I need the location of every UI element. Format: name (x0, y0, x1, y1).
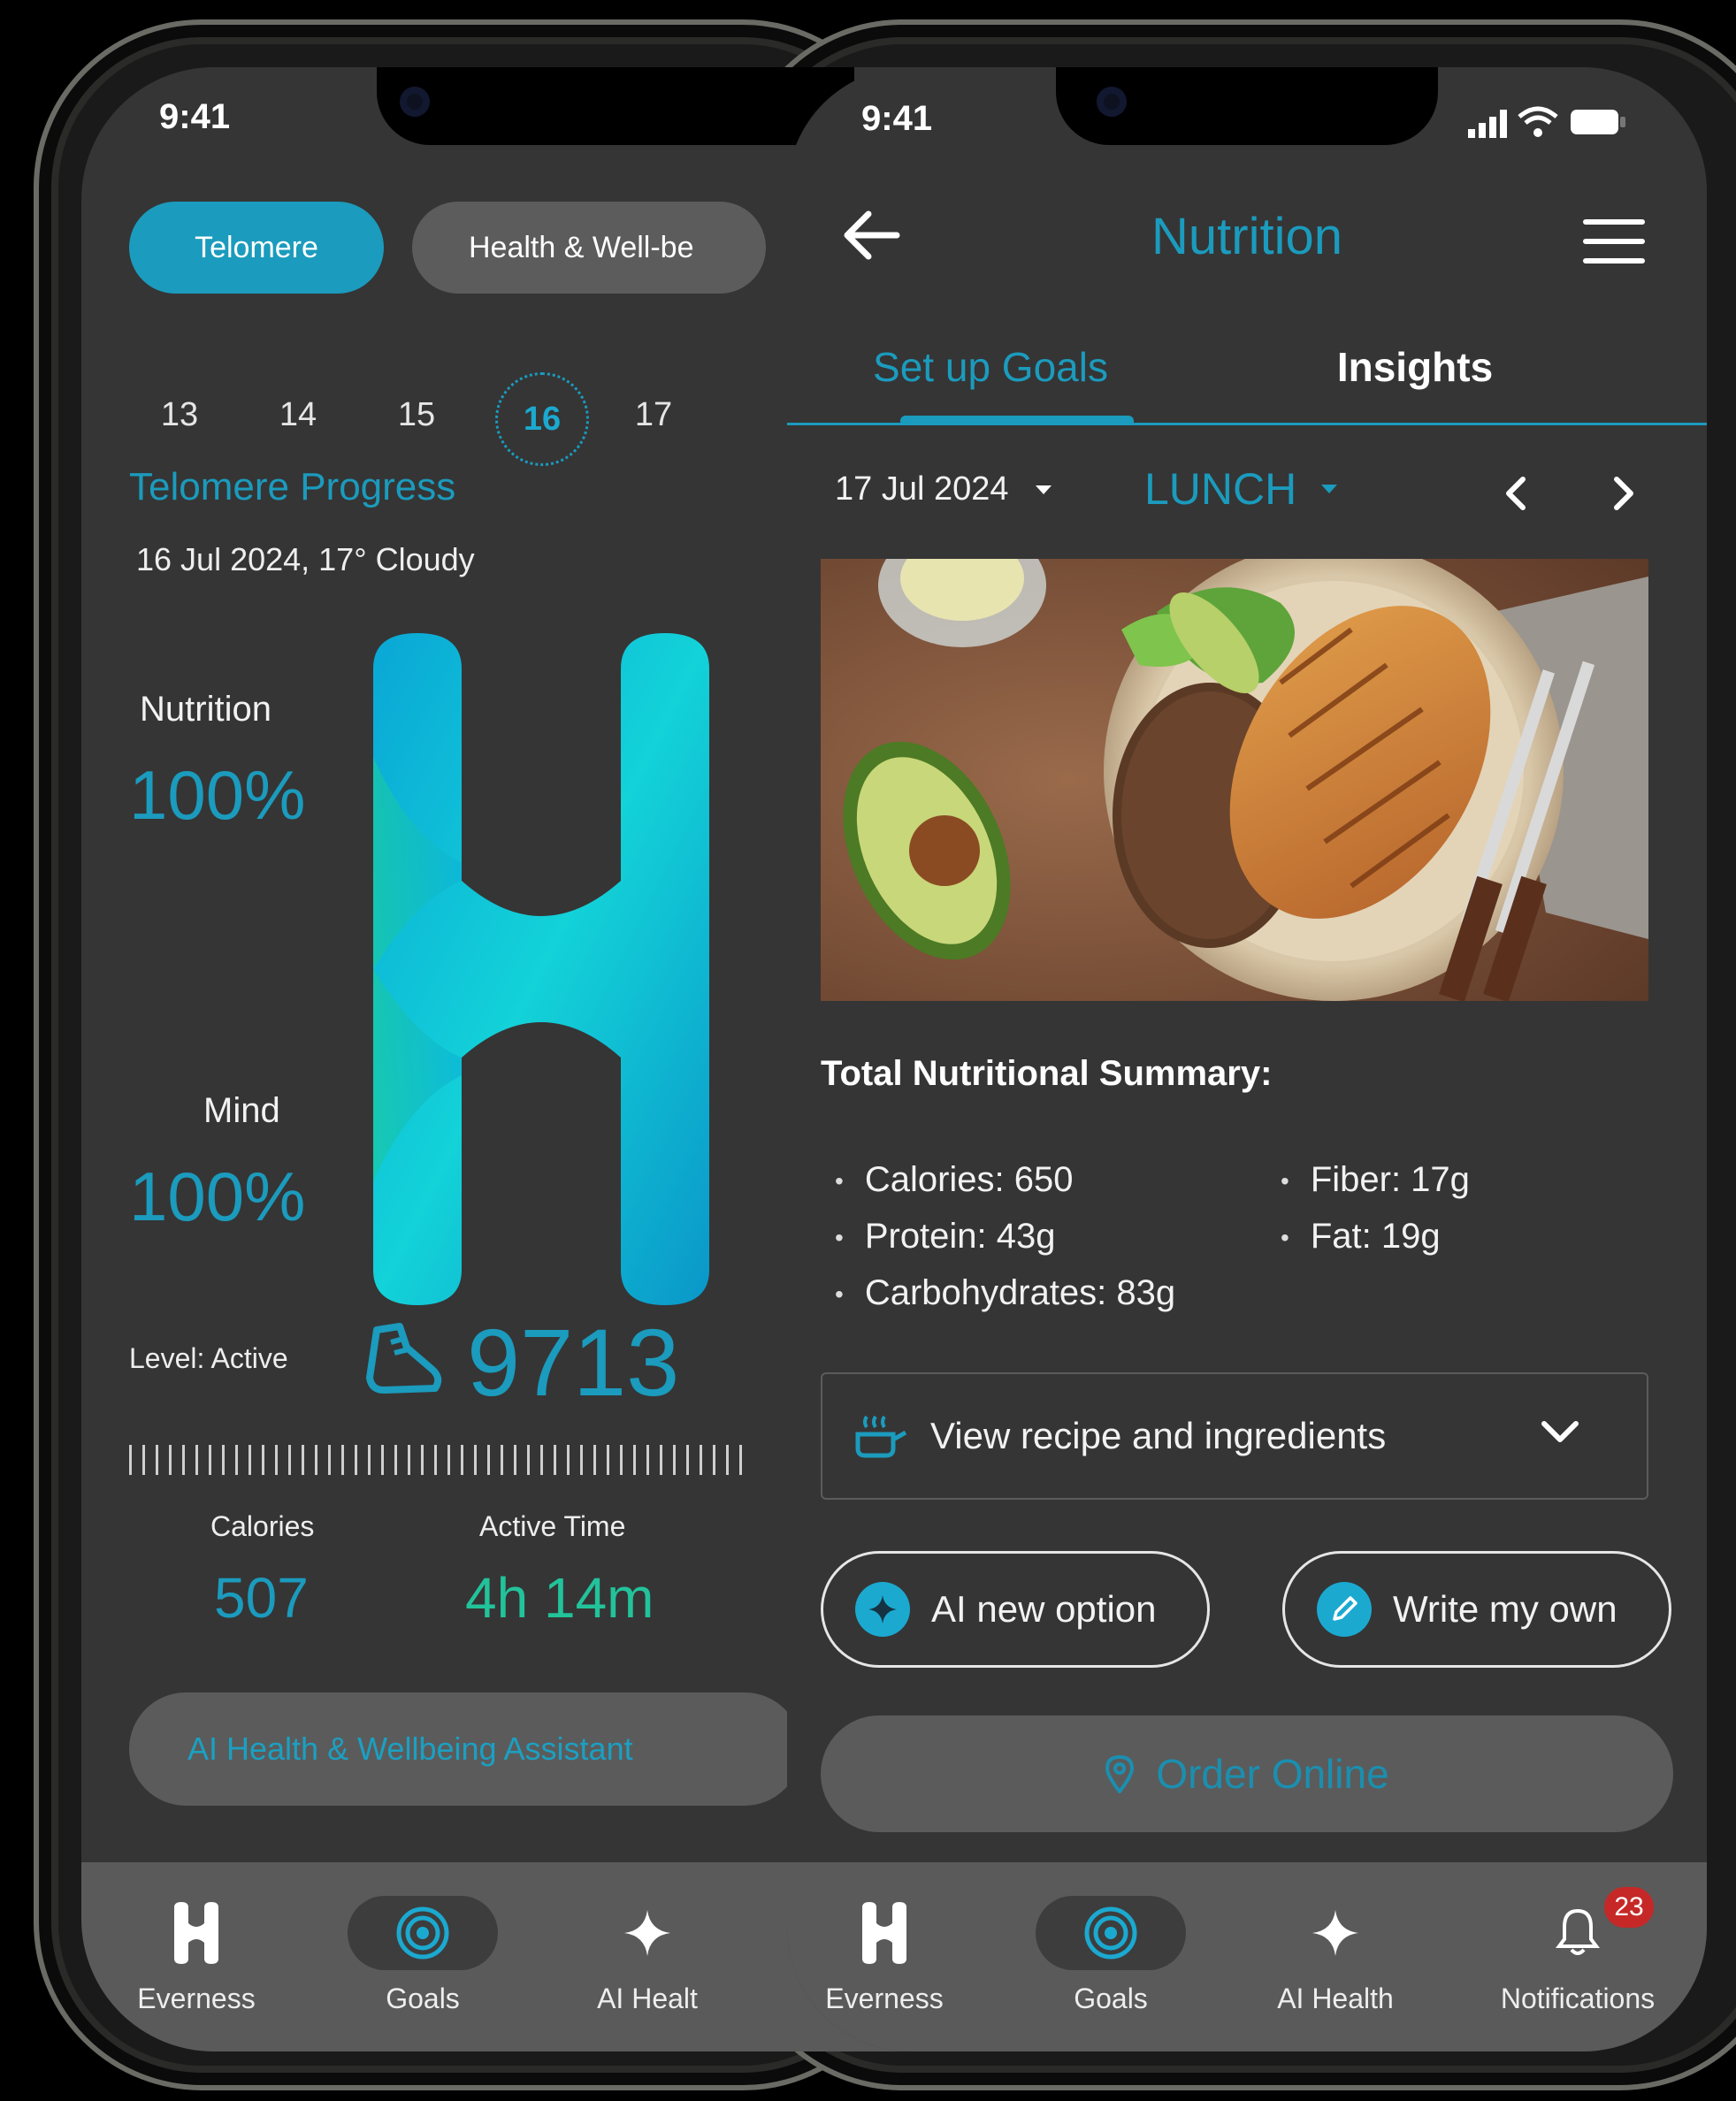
nav-notifications[interactable]: 23 Notifications (1465, 1887, 1691, 2015)
sparkle-icon (624, 1910, 670, 1956)
nav-everness[interactable]: Everness (787, 1896, 982, 2015)
notch (1056, 67, 1438, 145)
sparkle-icon (1312, 1910, 1358, 1956)
step-ruler (129, 1445, 748, 1475)
page-title: Nutrition (1151, 208, 1342, 265)
nutrient-fiber: Fiber: 17g (1281, 1160, 1470, 1200)
camera-dot (400, 87, 430, 117)
nav-goals[interactable]: Goals (1013, 1896, 1208, 2015)
activity-level: Level: Active (129, 1342, 288, 1374)
chevron-down-icon (1541, 1421, 1579, 1442)
tab-insights[interactable]: Insights (1282, 343, 1548, 391)
bell-icon (1556, 1908, 1600, 1955)
nutrition-label: Nutrition (140, 690, 271, 729)
status-time: 9:41 (159, 97, 231, 136)
order-online-label: Order Online (1156, 1751, 1389, 1797)
date-dropdown[interactable]: 17 Jul 2024 (835, 470, 1053, 508)
date-17[interactable]: 17 (605, 396, 702, 434)
tab-active-indicator (900, 416, 1134, 424)
everness-logo-icon (862, 1902, 906, 1964)
pencil-icon (1333, 1596, 1357, 1621)
date-15[interactable]: 15 (368, 396, 465, 434)
location-pin-icon (1105, 1754, 1135, 1793)
recipe-label: View recipe and ingredients (930, 1415, 1387, 1456)
tab-set-up-goals[interactable]: Set up Goals (858, 343, 1123, 391)
nutrition-summary-title: Total Nutritional Summary: (821, 1054, 1273, 1093)
target-icon (1084, 1906, 1137, 1960)
date-13[interactable]: 13 (131, 396, 228, 434)
nav-notifications-label: Notifications (1500, 1983, 1656, 2014)
nav-everness-label: Everness (825, 1983, 944, 2014)
cooking-pot-icon (855, 1415, 907, 1458)
everness-logo-icon (174, 1902, 218, 1964)
mind-label: Mind (203, 1091, 280, 1130)
nutrient-protein: Protein: 43g (835, 1217, 1056, 1257)
sparkle-icon (868, 1595, 897, 1624)
order-online-button[interactable]: Order Online (821, 1715, 1673, 1832)
status-time: 9:41 (861, 99, 933, 138)
write-my-own-button[interactable]: Write my own (1282, 1551, 1671, 1668)
signal-icon (1468, 110, 1507, 138)
shoe-icon (366, 1323, 442, 1394)
mind-value: 100% (129, 1157, 306, 1235)
target-icon (396, 1906, 449, 1960)
nav-goals-label: Goals (386, 1983, 460, 2014)
nav-ai-health-label: AI Healt (597, 1983, 698, 2014)
nutrient-carbohydrates: Carbohydrates: 83g (835, 1273, 1175, 1313)
ai-assistant-button[interactable]: AI Health & Wellbeing Assistant (129, 1692, 801, 1806)
active-time-label: Active Time (479, 1510, 626, 1542)
nav-goals[interactable]: Goals (325, 1896, 520, 2015)
date-16-selected[interactable]: 16 (495, 372, 589, 466)
step-count: 9713 (467, 1309, 680, 1416)
menu-icon[interactable] (1583, 219, 1645, 264)
notch (377, 67, 854, 145)
nav-ai-health[interactable]: AI Healt (550, 1896, 745, 2015)
calories-value: 507 (214, 1566, 309, 1630)
calories-label: Calories (210, 1510, 315, 1542)
meal-value: LUNCH (1144, 464, 1297, 514)
write-my-own-label: Write my own (1393, 1588, 1617, 1630)
tab-telomere[interactable]: Telomere (129, 202, 384, 294)
wifi-icon (1518, 106, 1558, 137)
nav-everness-label: Everness (137, 1983, 256, 2014)
caret-down-icon (1035, 485, 1052, 494)
nav-ai-health-label: AI Health (1277, 1983, 1394, 2014)
tab-health-wellbeing[interactable]: Health & Well-be (412, 202, 766, 294)
ai-new-option-button[interactable]: AI new option (821, 1551, 1210, 1668)
camera-dot (1097, 87, 1127, 117)
nav-everness[interactable]: Everness (99, 1896, 294, 2015)
ai-new-option-label: AI new option (931, 1588, 1157, 1630)
date-value: 17 Jul 2024 (835, 470, 1009, 508)
ai-sparkle-badge (855, 1582, 910, 1637)
meal-dropdown[interactable]: LUNCH (1144, 463, 1339, 515)
chevron-right-icon[interactable] (1611, 476, 1638, 511)
chevron-left-icon[interactable] (1502, 476, 1528, 511)
bottom-nav-right: Everness Goals AI Health 23 Notification… (787, 1862, 1707, 2051)
notification-badge: 23 (1604, 1887, 1654, 1928)
nav-ai-health[interactable]: AI Health (1238, 1896, 1433, 2015)
pencil-badge (1317, 1582, 1372, 1637)
meal-photo (821, 559, 1648, 1001)
nutrition-value: 100% (129, 756, 306, 834)
battery-icon (1571, 110, 1625, 134)
active-time-value: 4h 14m (465, 1566, 654, 1630)
nutrient-fat: Fat: 19g (1281, 1217, 1441, 1257)
weather-line: 16 Jul 2024, 17° Cloudy (136, 541, 475, 577)
caret-down-icon (1321, 485, 1338, 493)
nav-goals-label: Goals (1074, 1983, 1148, 2014)
recipe-expander[interactable]: View recipe and ingredients (821, 1372, 1648, 1500)
date-14[interactable]: 14 (249, 396, 347, 434)
everness-x-logo-icon (373, 633, 709, 1305)
nutrition-screen: 9:41 Nutrition Set up Goals Insights 17 … (787, 67, 1707, 2051)
telomere-progress-title: Telomere Progress (129, 465, 456, 508)
nutrient-calories: Calories: 650 (835, 1160, 1074, 1200)
